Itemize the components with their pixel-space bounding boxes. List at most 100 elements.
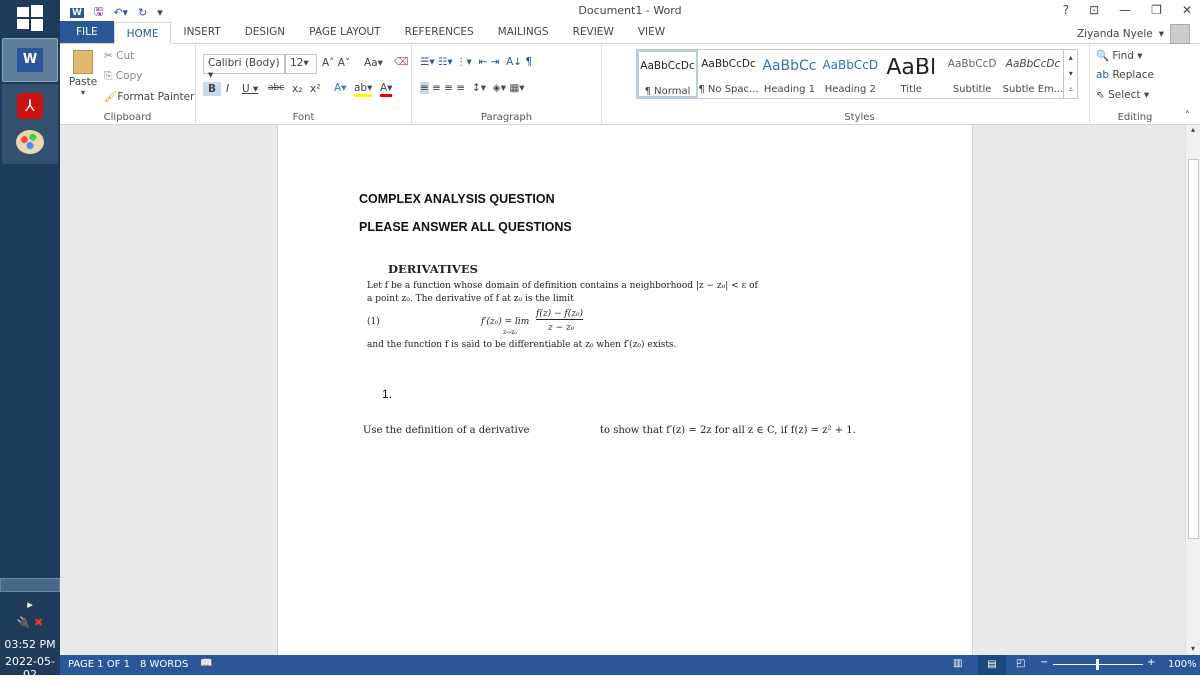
text-effects-button[interactable]: A▾ xyxy=(334,82,346,94)
clear-formatting-icon[interactable]: ⌫ xyxy=(394,56,409,68)
restore-button[interactable]: ❐ xyxy=(1151,3,1162,17)
tab-page-layout[interactable]: PAGE LAYOUT xyxy=(297,21,392,43)
close-button[interactable]: ✕ xyxy=(1182,3,1192,17)
equation-denominator: z − z₀ xyxy=(548,323,575,333)
document-page[interactable]: COMPLEX ANALYSIS QUESTION PLEASE ANSWER … xyxy=(277,125,973,655)
definition-line-2: a point z₀. The derivative of f at z₀ is… xyxy=(367,294,574,304)
style-heading-1[interactable]: AaBbCc Heading 1 xyxy=(759,50,820,98)
replace-button[interactable]: ab Replace xyxy=(1096,69,1154,81)
select-button[interactable]: ⇖ Select ▾ xyxy=(1096,89,1149,101)
question-number: 1. xyxy=(382,387,393,401)
font-group: Calibri (Body) ▾ 12▾ A˄ A˅ Aa▾ ⌫ B I U ▾… xyxy=(196,44,412,125)
tab-insert[interactable]: INSERT xyxy=(171,21,232,43)
font-size-select[interactable]: 12▾ xyxy=(285,54,317,74)
minimize-button[interactable]: — xyxy=(1119,3,1131,17)
italic-button[interactable]: I xyxy=(226,83,229,95)
style-heading-2[interactable]: AaBbCcD Heading 2 xyxy=(820,50,881,98)
ribbon: Paste ▾ ✂ Cut ⎘ Copy 🖌Format Painter Clip… xyxy=(60,44,1200,125)
copy-button[interactable]: ⎘ Copy xyxy=(104,70,142,83)
styles-scroll[interactable]: ▴ ▾ ⩡ xyxy=(1063,50,1077,98)
styles-label: Styles xyxy=(844,112,875,123)
superscript-button[interactable]: x² xyxy=(310,83,320,95)
tab-review[interactable]: REVIEW xyxy=(561,21,626,43)
collapse-ribbon-icon[interactable]: ˄ xyxy=(1185,110,1190,122)
start-button[interactable] xyxy=(2,0,58,36)
windows-taskbar: W ⅄ ▸ 🔌 ✖ 03:52 PM 2022-05-02 xyxy=(0,0,60,681)
scroll-thumb[interactable] xyxy=(1188,159,1199,539)
equation-number: (1) xyxy=(367,317,380,327)
proofing-icon[interactable]: 📖 xyxy=(200,658,212,669)
tab-home[interactable]: HOME xyxy=(113,22,172,44)
list-buttons[interactable]: ☰▾ ☷▾ ⋮▾ ⇤ ⇥ A↓ ¶ xyxy=(420,56,532,68)
cut-button[interactable]: ✂ Cut xyxy=(104,50,134,62)
underline-button[interactable]: U ▾ xyxy=(242,83,258,95)
style-title[interactable]: AaBl Title xyxy=(881,50,942,98)
paragraph-label: Paragraph xyxy=(480,112,533,123)
acrobat-icon: ⅄ xyxy=(17,93,43,119)
find-button[interactable]: 🔍 Find ▾ xyxy=(1096,49,1143,62)
zoom-out-button[interactable]: − xyxy=(1040,657,1048,668)
font-label: Font xyxy=(292,112,315,123)
bold-button[interactable]: B xyxy=(203,82,222,96)
change-case-button[interactable]: Aa▾ xyxy=(364,57,383,69)
page-count[interactable]: PAGE 1 OF 1 xyxy=(68,659,130,670)
tab-view[interactable]: VIEW xyxy=(626,21,677,43)
ribbon-tabs: FILE HOME INSERT DESIGN PAGE LAYOUT REFE… xyxy=(60,21,1200,44)
strikethrough-button[interactable]: abc xyxy=(268,83,284,93)
status-bar: PAGE 1 OF 1 8 WORDS 📖 ▥ ▤ ◰ − + 100% xyxy=(60,655,1200,675)
ribbon-display-button[interactable]: ⊡ xyxy=(1089,3,1099,17)
section-title: DERIVATIVES xyxy=(388,262,478,276)
user-name: Ziyanda Nyele xyxy=(1076,28,1153,40)
word-count[interactable]: 8 WORDS xyxy=(140,659,188,670)
word-icon: W xyxy=(17,48,43,72)
web-layout-icon[interactable]: ◰ xyxy=(1016,658,1025,669)
taskbar-scroller[interactable] xyxy=(0,578,60,592)
tab-references[interactable]: REFERENCES xyxy=(393,21,486,43)
editing-label: Editing xyxy=(1117,112,1153,123)
clipboard-label: Clipboard xyxy=(103,112,152,123)
definition-line-1: Let f be a function whose domain of defi… xyxy=(367,281,758,291)
clock-date: 2022-05-02 xyxy=(5,655,55,681)
paste-button[interactable]: Paste ▾ xyxy=(66,50,100,97)
style-no-spacing[interactable]: AaBbCcDc ¶ No Spac... xyxy=(698,50,759,98)
tray-expand-icon[interactable]: ▸ xyxy=(0,598,60,611)
document-area: COMPLEX ANALYSIS QUESTION PLEASE ANSWER … xyxy=(60,125,1185,655)
style-normal[interactable]: AaBbCcDc ¶ Normal xyxy=(637,50,699,98)
equation-limit-sub: z→z₀ xyxy=(503,329,517,336)
taskbar-paint[interactable] xyxy=(2,120,58,164)
zoom-slider-thumb[interactable] xyxy=(1096,659,1099,670)
zoom-in-button[interactable]: + xyxy=(1147,657,1155,668)
definition-line-3: and the function f is said to be differe… xyxy=(367,340,677,350)
grow-shrink-font[interactable]: A˄ A˅ xyxy=(322,57,350,69)
font-name-select[interactable]: Calibri (Body) ▾ xyxy=(203,54,285,81)
zoom-slider[interactable] xyxy=(1053,659,1143,670)
window-title: Document1 - Word xyxy=(578,4,682,17)
paint-icon xyxy=(16,130,44,154)
alignment-buttons[interactable]: ≡ ≡ ≡ ≡ ↕▾ ◈▾ ▦▾ xyxy=(420,82,525,94)
tab-mailings[interactable]: MAILINGS xyxy=(486,21,561,43)
font-color-button[interactable]: A▾ xyxy=(380,82,393,97)
tab-file[interactable]: FILE xyxy=(60,21,114,43)
equation-lhs: f′(z₀) = lim xyxy=(481,317,530,327)
help-button[interactable]: ? xyxy=(1063,3,1069,17)
vertical-scrollbar[interactable]: ▴ ▾ xyxy=(1185,125,1200,655)
power-network-icons[interactable]: 🔌 ✖ xyxy=(0,616,60,629)
zoom-level[interactable]: 100% xyxy=(1168,659,1197,670)
highlight-button[interactable]: ab▾ xyxy=(354,82,373,97)
print-layout-icon[interactable]: ▤ xyxy=(978,655,1006,675)
format-painter-button[interactable]: 🖌Format Painter xyxy=(104,90,194,103)
doc-heading-2: PLEASE ANSWER ALL QUESTIONS xyxy=(359,220,572,234)
style-subtitle[interactable]: AaBbCcD Subtitle xyxy=(942,50,1003,98)
question-text-left: Use the definition of a derivative xyxy=(363,425,530,436)
taskbar-word[interactable]: W xyxy=(2,38,58,82)
tab-design[interactable]: DESIGN xyxy=(233,21,297,43)
read-mode-icon[interactable]: ▥ xyxy=(953,658,962,669)
user-account[interactable]: Ziyanda Nyele ▾ xyxy=(1077,24,1190,44)
avatar xyxy=(1170,24,1190,44)
paragraph-group: ☰▾ ☷▾ ⋮▾ ⇤ ⇥ A↓ ¶ ≡ ≡ ≡ ≡ ↕▾ ◈▾ ▦▾ Parag… xyxy=(412,44,602,125)
clock-time: 03:52 PM xyxy=(4,638,56,651)
doc-heading-1: COMPLEX ANALYSIS QUESTION xyxy=(359,192,555,206)
styles-gallery: AaBbCcDc ¶ Normal AaBbCcDc ¶ No Spac... Aa… xyxy=(636,49,1078,99)
style-subtle-emphasis[interactable]: AaBbCcDc Subtle Em... xyxy=(1003,50,1064,98)
subscript-button[interactable]: x₂ xyxy=(292,83,302,95)
